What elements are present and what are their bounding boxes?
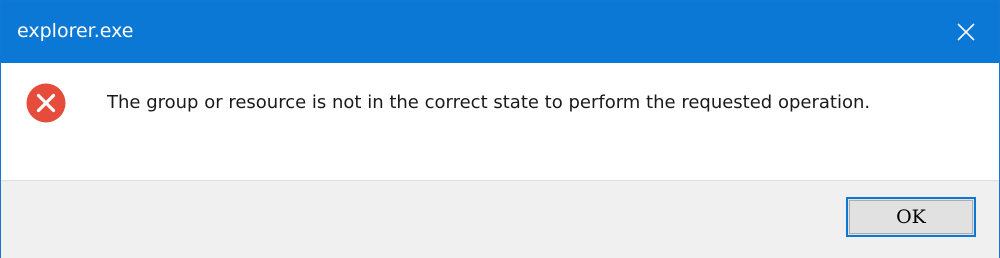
close-button[interactable] [933,1,999,63]
title-bar[interactable]: explorer.exe [1,1,999,63]
window-title: explorer.exe [17,20,134,42]
button-bar: OK [1,180,999,258]
error-icon [26,83,66,123]
dialog-content: The group or resource is not in the corr… [1,63,999,180]
message-dialog: explorer.exe The group or resource is no… [0,0,1000,258]
ok-button-label: OK [896,206,926,228]
ok-button[interactable]: OK [846,197,976,237]
close-icon [957,23,975,41]
error-message: The group or resource is not in the corr… [107,92,871,113]
